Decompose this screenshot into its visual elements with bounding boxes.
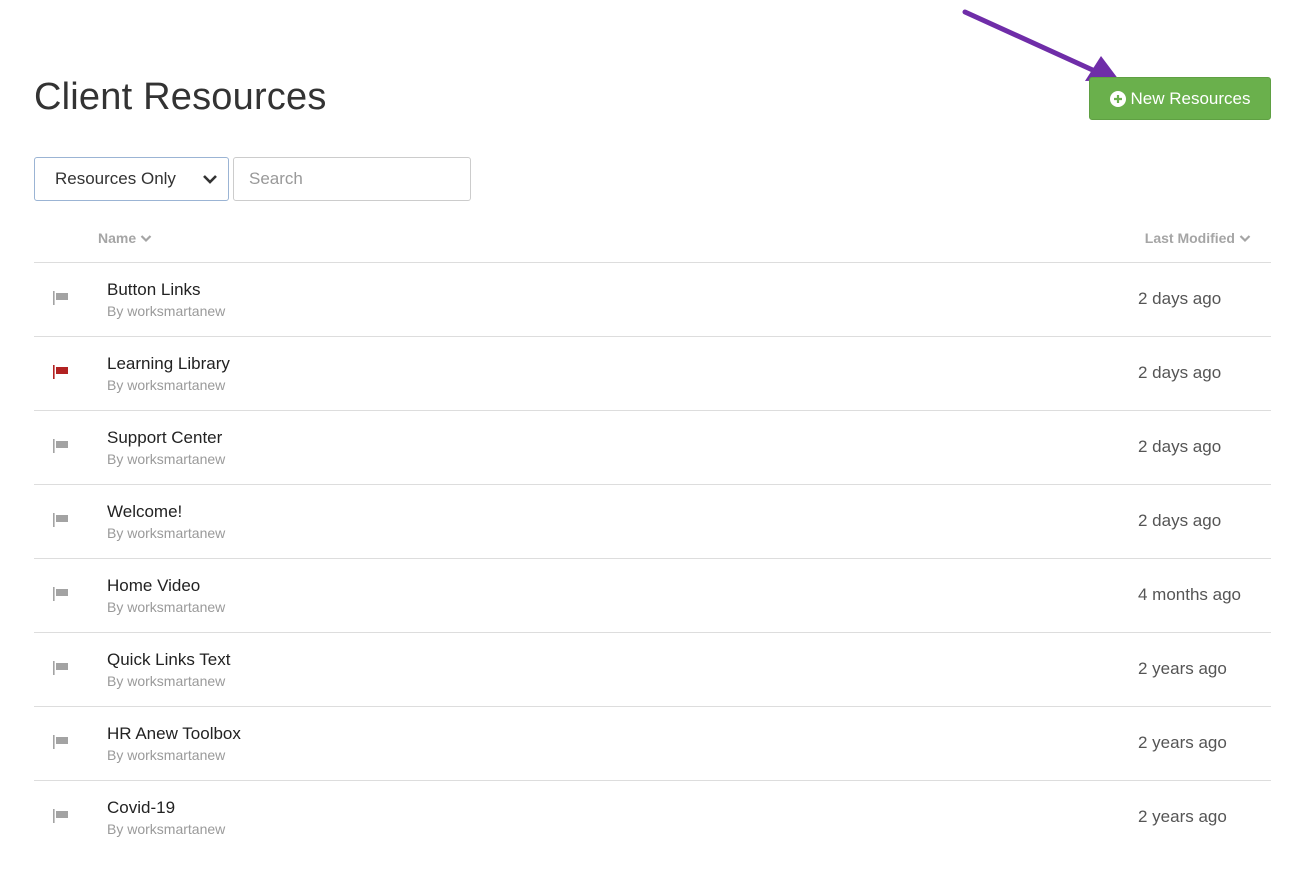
- sort-by-name[interactable]: Name: [98, 230, 152, 246]
- flag-icon[interactable]: [53, 661, 69, 675]
- resource-author: By worksmartanew: [107, 303, 226, 319]
- last-modified: 2 days ago: [1138, 289, 1222, 308]
- resource-author: By worksmartanew: [107, 747, 226, 763]
- search-input[interactable]: [233, 157, 471, 201]
- table-row[interactable]: Quick Links Text By worksmartanew 2 year…: [34, 633, 1271, 707]
- chevron-down-icon: [140, 234, 152, 242]
- resource-author: By worksmartanew: [107, 821, 226, 837]
- resource-name: Home Video: [107, 576, 201, 595]
- resource-name: Covid-19: [107, 798, 176, 817]
- resource-name: Learning Library: [107, 354, 230, 373]
- resource-name: HR Anew Toolbox: [107, 724, 241, 743]
- last-modified: 2 days ago: [1138, 511, 1222, 530]
- resources-table: Name Last Modified Button Links By works…: [34, 218, 1271, 854]
- resource-name: Quick Links Text: [107, 650, 231, 669]
- annotation-arrow: [962, 9, 1119, 81]
- last-modified: 2 years ago: [1138, 659, 1227, 678]
- table-row[interactable]: Welcome! By worksmartanew 2 days ago: [34, 485, 1271, 559]
- new-resources-label: New Resources: [1130, 88, 1251, 108]
- column-header-last-modified: Last Modified: [1144, 230, 1235, 246]
- last-modified: 2 years ago: [1138, 733, 1227, 752]
- table-header: Name Last Modified: [34, 218, 1271, 263]
- flag-icon[interactable]: [53, 735, 69, 749]
- resource-author: By worksmartanew: [107, 377, 226, 393]
- resource-author: By worksmartanew: [107, 525, 226, 541]
- flag-icon[interactable]: [53, 365, 69, 379]
- table-row[interactable]: Home Video By worksmartanew 4 months ago: [34, 559, 1271, 633]
- flag-icon[interactable]: [53, 809, 69, 823]
- resource-author: By worksmartanew: [107, 599, 226, 615]
- table-row[interactable]: HR Anew Toolbox By worksmartanew 2 years…: [34, 707, 1271, 781]
- resource-name: Button Links: [107, 280, 201, 299]
- sort-by-last-modified[interactable]: Last Modified: [1145, 230, 1251, 246]
- resource-author: By worksmartanew: [107, 451, 226, 467]
- last-modified: 2 days ago: [1138, 363, 1222, 382]
- table-row[interactable]: Support Center By worksmartanew 2 days a…: [34, 411, 1271, 485]
- column-header-name: Name: [98, 230, 137, 246]
- new-resources-button[interactable]: New Resources: [1089, 77, 1271, 120]
- resource-name: Welcome!: [107, 502, 183, 521]
- flag-icon[interactable]: [53, 513, 69, 527]
- table-row[interactable]: Learning Library By worksmartanew 2 days…: [34, 337, 1271, 411]
- page-title: Client Resources: [34, 76, 327, 118]
- last-modified: 4 months ago: [1138, 585, 1242, 604]
- resource-author: By worksmartanew: [107, 673, 226, 689]
- resource-type-select[interactable]: Resources Only: [34, 157, 229, 201]
- flag-icon[interactable]: [53, 291, 69, 305]
- flag-icon[interactable]: [53, 439, 69, 453]
- table-row[interactable]: Covid-19 By worksmartanew 2 years ago: [34, 781, 1271, 854]
- last-modified: 2 days ago: [1138, 437, 1222, 456]
- table-row[interactable]: Button Links By worksmartanew 2 days ago: [34, 263, 1271, 337]
- last-modified: 2 years ago: [1138, 807, 1227, 826]
- resources-page: Client Resources New Resources Resources…: [34, 0, 1271, 878]
- chevron-down-icon: [203, 175, 217, 184]
- plus-circle-icon: [1109, 90, 1126, 107]
- resource-type-value: Resources Only: [55, 169, 176, 188]
- flag-icon[interactable]: [53, 587, 69, 601]
- resource-name: Support Center: [107, 428, 223, 447]
- chevron-down-icon: [1239, 234, 1251, 242]
